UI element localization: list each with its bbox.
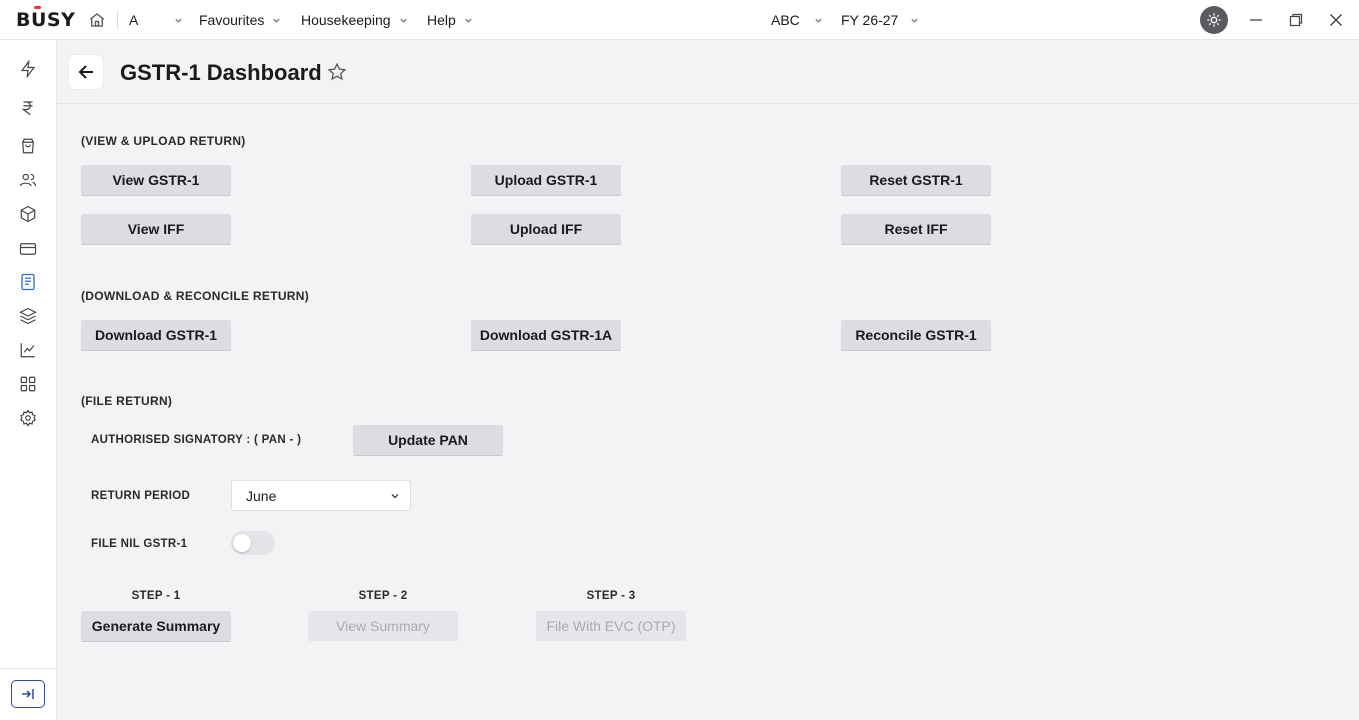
favourite-star-icon[interactable] [327,62,347,82]
view-gstr1-button[interactable]: View GSTR-1 [81,165,231,195]
file-return-section-label: (FILE RETURN) [81,394,173,408]
download-gstr1-button[interactable]: Download GSTR-1 [81,320,231,350]
help-menu[interactable]: Help [427,12,473,28]
housekeeping-menu[interactable]: Housekeeping [301,12,408,28]
return-period-select[interactable]: June [231,480,411,511]
step-1-label: STEP - 1 [131,590,181,602]
favourites-label: Favourites [199,12,265,28]
restore-button[interactable] [1282,8,1310,32]
home-icon[interactable] [88,11,106,29]
return-period-value: June [246,487,277,504]
help-label: Help [427,12,456,28]
chevron-down-icon [391,494,399,499]
back-button[interactable] [69,55,103,89]
sun-icon [1207,13,1221,27]
busy-logo: BUSY [16,6,76,31]
box-icon[interactable] [19,205,37,223]
rupee-icon[interactable] [19,99,37,117]
grid-icon[interactable] [19,375,37,393]
housekeeping-label: Housekeeping [301,12,391,28]
page-title: GSTR-1 Dashboard [120,60,322,85]
lightning-icon[interactable] [19,60,37,78]
file-nil-gstr1-label: FILE NIL GSTR-1 [91,538,188,550]
chevron-down-icon [175,18,182,23]
document-icon[interactable] [19,273,37,291]
file-with-evc-button[interactable]: File With EVC (OTP) [536,611,686,641]
shopping-bag-icon[interactable] [19,137,37,155]
chevron-down-icon [273,18,281,23]
update-pan-button[interactable]: Update PAN [353,425,503,455]
sidebar-divider [0,668,56,669]
fiscal-year-selector[interactable]: FY 26-27 [841,12,919,28]
chevron-down-icon [911,18,918,23]
gear-icon[interactable] [19,409,37,427]
restore-icon [1289,13,1303,27]
chevron-down-icon [465,18,472,23]
company-selector[interactable]: ABC [771,12,823,28]
reset-gstr1-button[interactable]: Reset GSTR-1 [841,165,991,195]
download-gstr1a-button[interactable]: Download GSTR-1A [471,320,621,350]
step-2-label: STEP - 2 [358,590,408,602]
expand-sidebar-button[interactable] [11,680,45,708]
upload-gstr1-button[interactable]: Upload GSTR-1 [471,165,621,195]
view-summary-button[interactable]: View Summary [308,611,458,641]
top-divider [117,11,118,29]
reset-iff-button[interactable]: Reset IFF [841,214,991,244]
view-upload-section-label: (VIEW & UPLOAD RETURN) [81,134,246,148]
favourites-menu[interactable]: Favourites [199,12,281,28]
theme-toggle-button[interactable] [1200,6,1228,34]
reconcile-gstr1-button[interactable]: Reconcile GSTR-1 [841,320,991,350]
upload-iff-button[interactable]: Upload IFF [471,214,621,244]
view-iff-button[interactable]: View IFF [81,214,231,244]
users-icon[interactable] [19,171,37,189]
arrow-left-icon [78,65,93,79]
chevron-down-icon [815,18,822,23]
close-button[interactable] [1322,8,1350,32]
close-icon [1330,14,1342,26]
fiscal-year-label: FY 26-27 [841,12,899,28]
generate-summary-button[interactable]: Generate Summary [81,611,231,641]
file-nil-toggle[interactable] [231,531,275,555]
chevron-down-icon [399,18,407,23]
download-section-label: (DOWNLOAD & RECONCILE RETURN) [81,289,310,303]
card-icon[interactable] [19,240,37,258]
sidebar [0,40,57,720]
step-3-label: STEP - 3 [586,590,636,602]
toggle-knob [233,534,251,552]
company-label: ABC [771,12,800,28]
header-divider [57,103,1359,104]
top-bar: BUSY A Favourites Housekeeping Help ABC … [0,0,1359,40]
layers-icon[interactable] [19,307,37,325]
company-short-label: A [129,12,139,28]
company-short-menu[interactable]: A [129,12,183,28]
authorised-signatory-label: AUTHORISED SIGNATORY : ( PAN - ) [91,434,302,446]
arrow-right-bar-icon [22,689,34,699]
chart-icon[interactable] [19,341,37,359]
minimize-button[interactable] [1242,8,1270,32]
return-period-label: RETURN PERIOD [91,490,191,502]
minimize-icon [1250,19,1262,21]
